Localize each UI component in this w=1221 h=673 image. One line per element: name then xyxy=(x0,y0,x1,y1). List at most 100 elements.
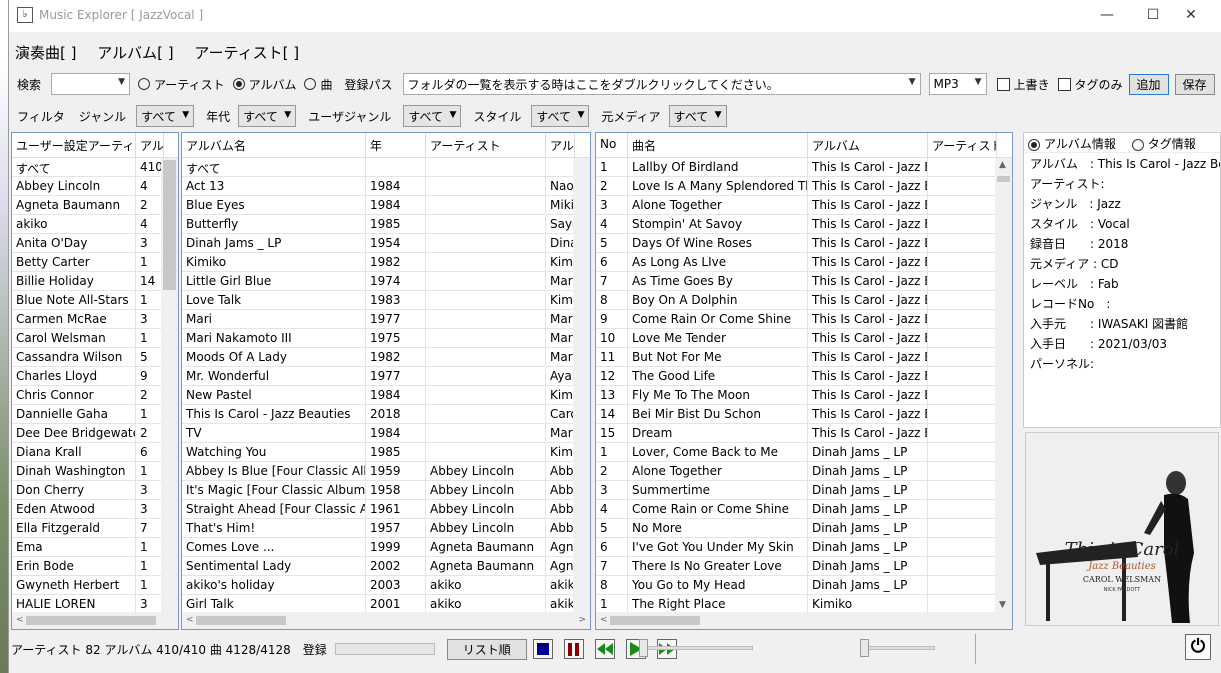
scroll-right-icon[interactable]: > xyxy=(578,615,586,625)
albums-vertical-scrollbar[interactable] xyxy=(573,158,590,612)
artist-row[interactable]: Abbey Lincoln 4 xyxy=(12,177,178,196)
overwrite-checkbox[interactable] xyxy=(996,77,1010,91)
track-row[interactable]: 8 Boy On A Dolphin This Is Carol - Jazz Be xyxy=(596,291,1012,310)
genre-select[interactable]: すべて ▼ xyxy=(136,105,195,127)
track-row[interactable]: 8 You Go to My Head Dinah Jams _ LP xyxy=(596,576,1012,595)
radio-album-info[interactable] xyxy=(1028,138,1040,151)
album-row[interactable]: Kimiko1982 Kimil xyxy=(182,253,590,272)
track-row[interactable]: 5 No More Dinah Jams _ LP xyxy=(596,519,1012,538)
artist-row[interactable]: Dee Dee Bridgewater 2 xyxy=(12,424,178,443)
album-row[interactable]: TV 1984 Mari xyxy=(182,424,590,443)
list-order-button[interactable]: リスト順 xyxy=(446,638,527,660)
artist-row[interactable]: Billie Holiday 14 xyxy=(12,272,178,291)
track-row[interactable]: 2 Alone Together Dinah Jams _ LP xyxy=(596,462,1012,481)
album-row[interactable]: すべて xyxy=(182,158,590,177)
artist-row[interactable]: Agneta Baumann 2 xyxy=(12,196,178,215)
track-row[interactable]: 4 Come Rain or Come Shine Dinah Jams _ LP xyxy=(596,500,1012,519)
album-row[interactable]: Butterfly1985 Sayo xyxy=(182,215,590,234)
column-header-album-name[interactable]: アルバム名 xyxy=(182,133,366,157)
album-row[interactable]: It's Magic [Four Classic Albums] 1958 Abbe… xyxy=(182,481,590,500)
artist-row[interactable]: Carmen McRae 3 xyxy=(12,310,178,329)
album-row[interactable]: Moods Of A Lady 1982 Mari xyxy=(182,348,590,367)
track-row[interactable]: 7 There Is No Greater Love Dinah Jams _ LP xyxy=(596,557,1012,576)
position-slider-thumb[interactable] xyxy=(639,639,648,657)
artist-row[interactable]: Anita O'Day 3 xyxy=(12,234,178,253)
column-header-year[interactable]: 年 xyxy=(366,133,426,157)
artist-row[interactable]: akiko 4 xyxy=(12,215,178,234)
format-select[interactable]: MP3 ▼ xyxy=(928,73,987,95)
artist-row[interactable]: Betty Carter 1 xyxy=(12,253,178,272)
scroll-thumb[interactable] xyxy=(163,160,176,290)
track-row[interactable]: 3 Summertime Dinah Jams _ LP xyxy=(596,481,1012,500)
album-row[interactable]: Sentimental Lady2002Agneta BaumannAgne xyxy=(182,557,590,576)
track-row[interactable]: 6 I've Got You Under My Skin Dinah Jams _ … xyxy=(596,538,1012,557)
track-row[interactable]: 5 Days Of Wine Roses This Is Carol - Jazz … xyxy=(596,234,1012,253)
tracks-horizontal-scrollbar[interactable]: < xyxy=(596,612,1012,629)
column-header-album-artist[interactable]: アル xyxy=(546,133,575,157)
close-button[interactable]: ✕ xyxy=(1168,0,1214,32)
stop-button[interactable] xyxy=(532,639,553,659)
scroll-down-icon[interactable]: ▼ xyxy=(999,600,1006,610)
column-header-artist[interactable]: ユーザー設定アーティスト xyxy=(12,133,136,157)
power-button[interactable]: ⏻ xyxy=(1185,634,1211,660)
radio-track[interactable] xyxy=(304,78,317,90)
position-slider[interactable] xyxy=(641,646,753,650)
scroll-thumb[interactable] xyxy=(610,616,700,625)
track-row[interactable]: 7 As Time Goes By This Is Carol - Jazz Be xyxy=(596,272,1012,291)
volume-slider[interactable] xyxy=(861,646,935,650)
track-row[interactable]: 11 But Not For Me This Is Carol - Jazz Be xyxy=(596,348,1012,367)
scroll-left-icon[interactable]: < xyxy=(16,615,24,625)
artist-row[interactable]: Cassandra Wilson 5 xyxy=(12,348,178,367)
menu-artists[interactable]: アーティスト[ ] xyxy=(194,44,299,62)
radio-artist[interactable] xyxy=(138,78,151,90)
album-row[interactable]: That's Him!1957Abbey LincolnAbbe xyxy=(182,519,590,538)
artist-row[interactable]: Ema 1 xyxy=(12,538,178,557)
tracks-vertical-scrollbar[interactable]: ▲ ▼ xyxy=(995,158,1012,612)
album-row[interactable]: Little Girl Blue 1974 Mari xyxy=(182,272,590,291)
minimize-button[interactable]: — xyxy=(1084,0,1130,32)
album-row[interactable]: akiko's holiday2003akikoakiko xyxy=(182,576,590,595)
scroll-thumb[interactable] xyxy=(997,176,1010,182)
album-row[interactable]: Comes Love ...1999Agneta BaumannAgne xyxy=(182,538,590,557)
radio-album[interactable] xyxy=(232,78,245,90)
track-row[interactable]: 1 Lallby Of Birdland This Is Carol - Jazz … xyxy=(596,158,1012,177)
artist-row[interactable]: すべて 410 xyxy=(12,158,178,177)
column-header-title[interactable]: 曲名 xyxy=(628,133,808,157)
radio-tag-info[interactable] xyxy=(1131,138,1144,151)
scroll-up-icon[interactable]: ▲ xyxy=(999,160,1006,170)
artist-row[interactable]: Don Cherry 3 xyxy=(12,481,178,500)
album-row[interactable]: Dinah Jams _ LP 1954 Dina xyxy=(182,234,590,253)
album-row[interactable]: This Is Carol - Jazz Beauties 2018 Caro xyxy=(182,405,590,424)
save-button[interactable]: 保存 xyxy=(1174,73,1215,95)
artist-row[interactable]: Chris Connor 2 xyxy=(12,386,178,405)
album-row[interactable]: Love Talk1983 Kimil xyxy=(182,291,590,310)
pause-button[interactable] xyxy=(563,639,584,659)
track-row[interactable]: 2Love Is A Many Splendored ThingThis Is … xyxy=(596,177,1012,196)
column-header-album[interactable]: アルバム xyxy=(808,133,928,157)
track-row[interactable]: 1 Lover, Come Back to Me Dinah Jams _ LP xyxy=(596,443,1012,462)
column-header-album-count[interactable]: アル xyxy=(136,133,164,157)
artist-row[interactable]: Gwyneth Herbert 1 xyxy=(12,576,178,595)
album-row[interactable]: Watching You1985 Kimil xyxy=(182,443,590,462)
scroll-thumb[interactable] xyxy=(26,616,156,625)
era-select[interactable]: すべて ▼ xyxy=(238,105,297,127)
volume-slider-thumb[interactable] xyxy=(860,639,869,657)
artists-vertical-scrollbar[interactable] xyxy=(161,158,178,612)
column-header-artist[interactable]: アーティスト xyxy=(928,133,997,157)
artist-row[interactable]: Carol Welsman 1 xyxy=(12,329,178,348)
artist-row[interactable]: Eden Atwood 3 xyxy=(12,500,178,519)
search-input[interactable]: ▼ xyxy=(51,73,131,95)
column-header-artist[interactable]: アーティスト xyxy=(426,133,546,157)
artist-row[interactable]: Erin Bode 1 xyxy=(12,557,178,576)
artist-row[interactable]: Dinah Washington 1 xyxy=(12,462,178,481)
add-button[interactable]: 追加 xyxy=(1128,73,1169,95)
artist-row[interactable]: Charles Lloyd 9 xyxy=(12,367,178,386)
scroll-thumb[interactable] xyxy=(196,616,286,625)
track-row[interactable]: 3 Alone Together This Is Carol - Jazz Be xyxy=(596,196,1012,215)
previous-button[interactable] xyxy=(594,639,615,659)
album-row[interactable]: Mari Nakamoto III 1975 Mari xyxy=(182,329,590,348)
track-row[interactable]: 10 Love Me Tender This Is Carol - Jazz Be xyxy=(596,329,1012,348)
artists-horizontal-scrollbar[interactable]: < xyxy=(12,612,178,629)
album-row[interactable]: Mr. Wonderful1977 Ayak xyxy=(182,367,590,386)
album-row[interactable]: Blue Eyes 1984 Miki xyxy=(182,196,590,215)
